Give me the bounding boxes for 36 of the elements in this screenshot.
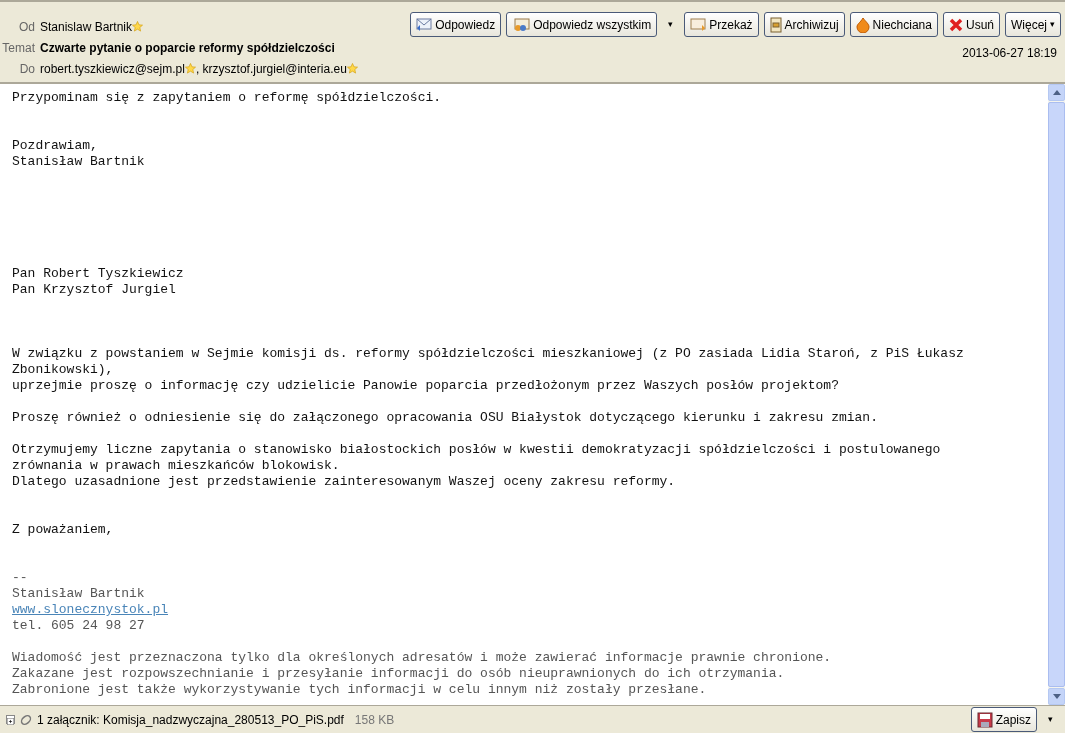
caret-icon: ▾ [1050,17,1055,32]
toolbar-button[interactable]: Archiwizuj [763,12,845,37]
toolbar-button[interactable]: Odpowiedz wszystkim [506,12,658,37]
date-text: 2013-06-27 18:19 [962,45,1057,62]
toolbar-button[interactable]: Więcej ▾ [1005,12,1061,37]
contact-name[interactable]: Stanislaw Bartnik [40,17,133,36]
attachment-name[interactable]: 1 załącznik: Komisja_nadzwyczajna_280513_PO_PiS.pdf [37,710,344,729]
triangle-up-icon [1052,90,1061,95]
message-body: Przypominam się z zapytaniem o reformę spółdzielczości. Pozdrawiam, Stanisław Bartnik Pan Robert Tyszkiewicz Pan Krzysztof Jurgiel W związku z powstaniem w Sejmie komisji ds. reformy spółdzielczości mieszkaniowej (z PO zasiada Lidia Staroń, z PiS Łukasz Zbonikowski), uprzejmie proszę o informację czy udzielicie Panowie poparcia przedłożonym przez Waszych posłów projektom? Proszę również o odniesienie się do załączonego opracowania OSU Białystok dotyczącego kierunku i zakresu zmian. Otrzymujemy liczne zapytania o stanowisko białostockich posłów w kwestii demokratyzacji spółdzielczości i postulowanego zrównania w prawach mieszkańców blokowisk. Dlatego uzasadnione jest przedstawienie zainteresowanym Waszej oceny zakresu reformy. Z poważaniem, -- Stanisław Bartnik www.slonecznystok.pl tel. 605 24 98 27 Wiadomość jest przeznaczona tylko dla określonych adresatów i może zawierać informacje prawnie chronione. Zakazane jest rozpowszechnianie i przesyłanie informacji do osób nieuprawnionych do ich otrzymania. Zabronione jest także wykorzystywanie tych informacji w celu innym niż zostały przesłane. [11,89,965,699]
envelope-icon [416,17,433,32]
toolbar-button[interactable]: Przekaż [684,12,759,37]
star-icon[interactable] [132,21,144,32]
website-link[interactable]: www.slonecznystok.pl [12,602,169,617]
toolbar-button[interactable]: Usuń [942,12,1000,37]
scroll-down-button[interactable] [1048,688,1065,705]
field-label: Od [18,18,36,36]
dropdown-arrow[interactable]: ▾ [662,17,680,32]
toolbar-button[interactable]: Niechciana [849,12,938,37]
contact-name[interactable]: krzysztof.jurgiel@interia.eu [202,59,347,78]
x-icon [948,17,963,32]
field-label: Temat [1,39,36,57]
star-icon[interactable] [184,63,196,74]
triangle-down-icon [1052,694,1061,699]
contact-name[interactable]: robert.tyszkiewicz@sejm.pl [40,59,185,78]
file-size: 158 KB [354,711,395,729]
toolbar-button[interactable]: Odpowiedz [410,12,502,37]
file-box-icon [769,16,782,33]
star-icon[interactable] [346,63,358,74]
separator-text: , [195,60,200,78]
save-button[interactable]: Zapisz [970,707,1037,732]
subject-text: Czwarte pytanie o poparcie reformy spółdzielczości [40,39,335,57]
expand-toggle[interactable] [6,715,15,724]
dropdown-arrow[interactable]: ▾ [1042,712,1059,727]
field-label: Do [18,60,36,78]
paperclip-icon [20,713,32,726]
scroll-up-button[interactable] [1048,84,1065,101]
